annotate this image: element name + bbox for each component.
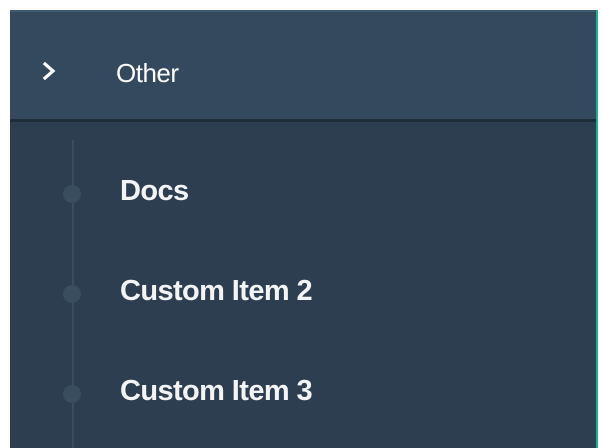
accent-edge	[596, 10, 598, 448]
nav-item-docs[interactable]: Docs	[10, 140, 596, 240]
nav-item-label: Custom Item 3	[120, 375, 313, 407]
chevron-right-icon-svg	[42, 61, 56, 81]
dot-icon	[63, 185, 81, 203]
nav-item-custom-item-3[interactable]: Custom Item 3	[10, 340, 596, 440]
nav-item-label: Custom Item 2	[120, 275, 313, 307]
dot-icon	[63, 285, 81, 303]
nav-item-label: Docs	[120, 175, 189, 207]
sidebar-nav: Other Docs Custom Item 2 Custom Item 3	[10, 10, 598, 448]
chevron-right-icon[interactable]	[40, 61, 58, 81]
section-toggle-other[interactable]: Other	[10, 10, 596, 122]
canvas: Other Docs Custom Item 2 Custom Item 3	[0, 0, 603, 448]
dot-icon	[63, 385, 81, 403]
nav-item-custom-item-2[interactable]: Custom Item 2	[10, 240, 596, 340]
section-title: Other	[116, 58, 179, 88]
